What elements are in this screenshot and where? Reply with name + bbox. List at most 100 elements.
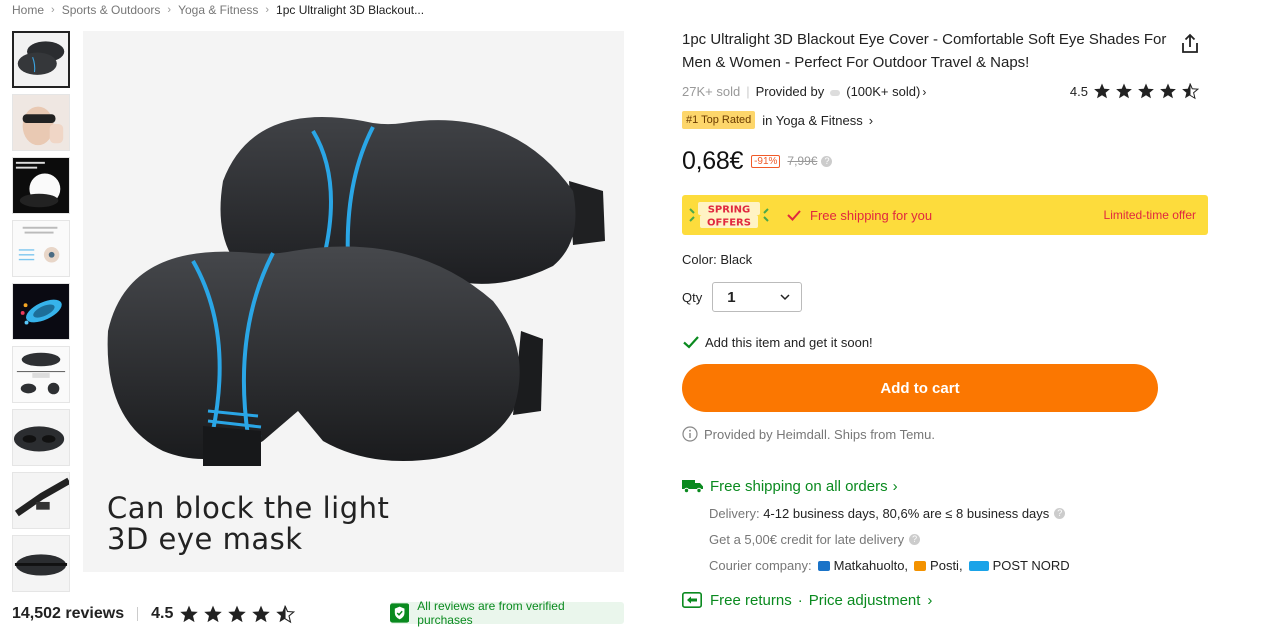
add-to-cart-button[interactable]: Add to cart [682, 364, 1158, 412]
shield-check-icon [390, 603, 410, 623]
breadcrumb-sports-outdoors[interactable]: Sports & Outdoors [62, 3, 161, 17]
chevron-right-icon: › [265, 4, 270, 16]
product-rating[interactable]: 4.5 [1070, 82, 1203, 100]
delivery-label: Delivery: [709, 506, 760, 521]
current-price: 0,68€ [682, 146, 744, 175]
late-credit-text: Get a 5,00€ credit for late delivery [709, 532, 905, 547]
spring-offers-logo: SPRING OFFERS [689, 202, 769, 229]
share-icon[interactable] [1178, 32, 1202, 56]
separator-dot: · [797, 591, 803, 609]
provided-by-link[interactable]: Provided by (100K+ sold) › [756, 84, 927, 99]
question-icon[interactable]: ? [909, 534, 921, 545]
chevron-right-icon: › [892, 477, 898, 495]
breadcrumb: Home › Sports & Outdoors › Yoga & Fitnes… [12, 2, 424, 18]
free-returns-label: Free returns [710, 591, 792, 609]
question-icon[interactable]: ? [821, 155, 833, 167]
quantity-select[interactable]: 1 [712, 282, 803, 312]
thumbnail-8[interactable] [12, 472, 70, 529]
half-star-icon [276, 605, 296, 624]
matkahuolto-logo-icon [817, 560, 830, 571]
chevron-right-icon: › [51, 4, 55, 16]
late-credit-row: Get a 5,00€ credit for late delivery ? [709, 532, 921, 547]
provided-by-label: Provided by [755, 83, 825, 99]
get-it-soon-text: Add this item and get it soon! [705, 334, 873, 350]
free-shipping-label: Free shipping on all orders [710, 477, 888, 495]
thumbnail-3[interactable] [12, 157, 70, 214]
qty-label: Qty [682, 289, 703, 305]
thumbnail-9[interactable] [12, 535, 70, 592]
star-icon [180, 605, 199, 623]
half-star-icon [1182, 83, 1199, 100]
posti-logo-icon [914, 560, 927, 571]
info-icon [682, 426, 698, 442]
truck-icon [682, 480, 703, 494]
svg-text:SPRING: SPRING [708, 205, 751, 216]
caption-line-1: Can block the light [107, 491, 390, 525]
courier-3: POST NORD [992, 558, 1070, 573]
star-icon [1094, 83, 1110, 99]
returns-row[interactable]: Free returns · Price adjustment › [682, 589, 932, 611]
provided-by-text: Provided by Heimdall. Ships from Temu. [704, 426, 935, 442]
thumbnail-list [12, 31, 71, 598]
get-it-soon-row: Add this item and get it soon! [682, 332, 873, 352]
divider: | [746, 83, 750, 99]
product-title: 1pc Ultralight 3D Blackout Eye Cover - C… [682, 31, 1167, 71]
chevron-right-icon: › [927, 591, 933, 609]
thumbnail-4[interactable] [12, 220, 70, 277]
reviews-summary: 14,502 reviews 4.5 All reviews are from … [12, 599, 624, 628]
thumbnail-6[interactable] [12, 346, 70, 403]
star-icon [228, 605, 247, 623]
courier-label: Courier company: [709, 558, 812, 573]
thumbnail-7[interactable] [12, 409, 70, 466]
verified-purchases-badge: All reviews are from verified purchases [390, 599, 624, 627]
verified-text: All reviews are from verified purchases [417, 599, 565, 627]
provider-sold: (100K+ sold) [846, 83, 921, 99]
color-label: Color: [682, 252, 717, 267]
color-value: Black [720, 252, 753, 267]
breadcrumb-home[interactable]: Home [12, 3, 44, 17]
rating-value: 4.5 [1069, 83, 1088, 99]
chevron-down-icon [780, 294, 790, 301]
thumbnail-2[interactable] [12, 94, 70, 151]
promo-limited-offer: Limited-time offer [1103, 208, 1196, 222]
chevron-right-icon: › [868, 112, 874, 128]
free-shipping-link[interactable]: Free shipping on all orders › [682, 475, 898, 497]
price-row: 0,68€ -91% 7,99€ ? [682, 144, 833, 178]
main-image-caption: Can block the light 3D eye mask [107, 493, 389, 555]
thumbnail-5[interactable] [12, 283, 70, 340]
postnord-logo-icon [968, 560, 989, 571]
breadcrumb-yoga-fitness[interactable]: Yoga & Fitness [178, 3, 258, 17]
check-icon [683, 336, 699, 349]
top-rated-row[interactable]: #1 Top Rated in Yoga & Fitness › [682, 109, 873, 131]
return-icon [682, 592, 702, 608]
reviews-rating: 4.5 [151, 605, 174, 622]
delivery-row: Delivery: 4-12 business days, 80,6% are … [709, 506, 1066, 521]
discount-badge: -91% [751, 154, 781, 168]
star-icon [204, 605, 223, 623]
courier-2: Posti, [930, 558, 963, 573]
original-price: 7,99€ [787, 154, 818, 168]
qty-value: 1 [727, 288, 736, 306]
sold-count: 27K+ sold [682, 83, 741, 99]
top-rated-category: in Yoga & Fitness [762, 112, 863, 128]
promo-banner: SPRING OFFERS Free shipping for you Limi… [682, 195, 1208, 235]
check-icon [787, 210, 801, 221]
courier-1: Matkahuolto, [833, 558, 909, 573]
question-icon[interactable]: ? [1054, 508, 1066, 519]
provider-logo-icon [830, 89, 841, 96]
svg-text:OFFERS: OFFERS [707, 218, 751, 229]
star-icon [1160, 83, 1176, 99]
sold-provider-row: 27K+ sold | Provided by (100K+ sold) › 4.5 [682, 82, 1207, 100]
breadcrumb-current: 1pc Ultralight 3D Blackout... [276, 3, 425, 17]
thumbnail-1[interactable] [12, 31, 70, 88]
promo-free-shipping: Free shipping for you [810, 207, 933, 223]
main-product-image[interactable]: Can block the light 3D eye mask [83, 31, 624, 572]
provided-by-row: Provided by Heimdall. Ships from Temu. [682, 424, 935, 444]
star-icon [1138, 83, 1154, 99]
chevron-right-icon: › [922, 84, 927, 99]
chevron-right-icon: › [167, 4, 172, 16]
star-icon [1116, 83, 1132, 99]
reviews-count[interactable]: 14,502 reviews [12, 605, 124, 623]
caption-line-2: 3D eye mask [107, 522, 303, 556]
reviews-stars [179, 604, 299, 624]
